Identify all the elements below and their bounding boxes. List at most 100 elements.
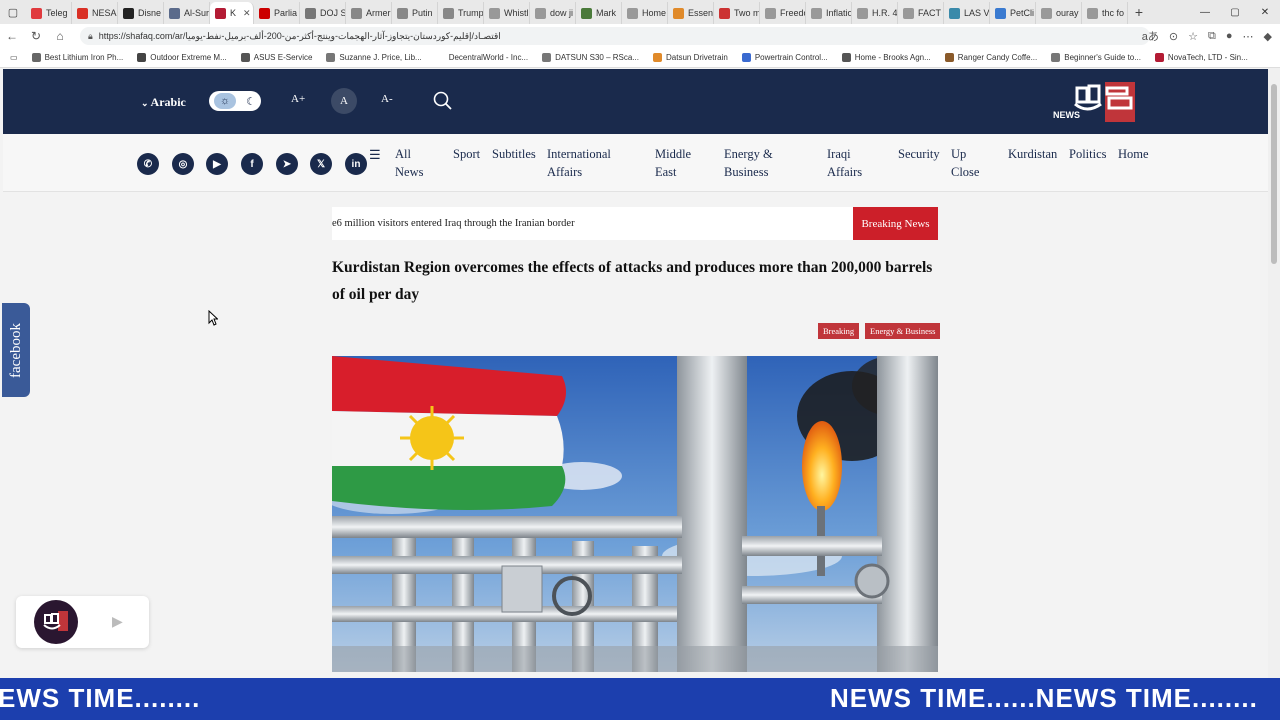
tab-label: H.R. 4 — [872, 8, 898, 18]
url-field[interactable]: 🔒︎ https://shafaq.com/ar/اقتصـاد/إقليم-ك… — [80, 27, 1150, 45]
bookmark-favicon-icon — [841, 53, 851, 62]
tab-favicon-icon — [1041, 7, 1052, 19]
bookmark-item[interactable]: Beginner's Guide to... — [1051, 53, 1141, 62]
browser-tab[interactable]: Inflatio — [806, 2, 852, 24]
font-increase-button[interactable]: A+ — [291, 93, 305, 105]
bookmark-favicon-icon — [435, 53, 445, 62]
instagram-icon[interactable]: ◎ — [172, 153, 194, 175]
scrollbar-thumb[interactable] — [1271, 84, 1277, 264]
nav-link-politics[interactable]: Politics — [1069, 145, 1114, 163]
search-icon[interactable] — [433, 91, 453, 116]
browser-tab[interactable]: Parlia — [254, 2, 300, 24]
language-selector[interactable]: ⌄ Arabic — [141, 95, 186, 110]
browser-tab[interactable]: Al-Sur — [164, 2, 210, 24]
nav-link-iraqi-affairs[interactable]: Iraqi Affairs — [827, 145, 877, 181]
play-icon[interactable]: ▶ — [112, 613, 123, 630]
address-bar-actions: aあ ⊙ ☆ ⧉ ● ⋯ ◆ — [1142, 24, 1272, 48]
browser-tab[interactable]: PetCli — [990, 2, 1036, 24]
browser-tab[interactable]: H.R. 4 — [852, 2, 898, 24]
menu-icon[interactable]: ☰ — [369, 147, 381, 163]
browser-tab[interactable]: Putin — [392, 2, 438, 24]
bookmark-item[interactable]: Home - Brooks Agn... — [841, 53, 931, 62]
youtube-icon[interactable]: ▶ — [206, 153, 228, 175]
facebook-icon[interactable]: f — [241, 153, 263, 175]
browser-tab[interactable]: dow ji — [530, 2, 576, 24]
copilot-icon[interactable]: ◆ — [1264, 30, 1272, 43]
new-tab-button[interactable]: + — [1128, 4, 1150, 20]
browser-tab[interactable]: LAS V — [944, 2, 990, 24]
tag-breaking[interactable]: Breaking — [818, 323, 860, 339]
browser-tab[interactable]: ouray — [1036, 2, 1082, 24]
nav-link-security[interactable]: Security — [898, 145, 946, 163]
bookmark-item[interactable]: Powertrain Control... — [741, 53, 828, 62]
close-window-icon[interactable]: ✕ — [1250, 0, 1280, 24]
bookmark-item[interactable]: Datsun Drivetrain — [653, 53, 728, 62]
nav-link-energy-business[interactable]: Energy & Business — [724, 145, 809, 181]
tab-label: Disne — [138, 8, 162, 18]
maximize-icon[interactable]: ▢ — [1220, 0, 1250, 24]
nav-link-sport[interactable]: Sport — [453, 145, 493, 163]
browser-tab[interactable]: Essent — [668, 2, 714, 24]
theme-toggle[interactable]: ☼ ☾ — [209, 91, 261, 111]
tab-favicon-icon — [673, 7, 684, 19]
browser-tab[interactable]: Whistl — [484, 2, 530, 24]
read-aloud-icon[interactable]: aあ — [1142, 28, 1159, 44]
tab-favicon-icon — [811, 7, 822, 19]
minimize-icon[interactable]: — — [1190, 0, 1220, 24]
browser-tab[interactable]: K ✕ — [210, 2, 254, 24]
tab-favicon-icon — [535, 7, 546, 19]
browser-tab[interactable]: Home — [622, 2, 668, 24]
browser-tab[interactable]: Freedo — [760, 2, 806, 24]
browser-tab[interactable]: thc fo — [1082, 2, 1128, 24]
nav-link-kurdistan[interactable]: Kurdistan — [1008, 145, 1063, 163]
news-time-banner: EWS TIME........ NEWS TIME......NEWS TIM… — [0, 678, 1280, 720]
browser-tab[interactable]: Armer — [346, 2, 392, 24]
browser-tab[interactable]: Teleg — [26, 2, 72, 24]
browser-tab[interactable]: NESA — [72, 2, 118, 24]
bookmark-favicon-icon — [944, 53, 954, 62]
font-normal-button[interactable]: A — [331, 88, 357, 114]
home-icon[interactable]: ⌂ — [48, 24, 72, 48]
browser-tab[interactable]: Trump — [438, 2, 484, 24]
telegram-icon[interactable]: ➤ — [276, 153, 298, 175]
nav-link-middle-east[interactable]: Middle East — [655, 145, 710, 181]
whatsapp-icon[interactable]: ✆ — [137, 153, 159, 175]
ticker-text[interactable]: e6 million visitors entered Iraq through… — [332, 218, 575, 229]
nav-link-home[interactable]: Home — [1118, 145, 1158, 163]
refresh-icon[interactable]: ↻ — [24, 24, 48, 48]
nav-link-international-affairs[interactable]: International Affairs — [547, 145, 642, 181]
browser-tab[interactable]: Two m — [714, 2, 760, 24]
more-menu-icon[interactable]: ⋯ — [1243, 30, 1254, 43]
profile-icon[interactable]: ● — [1226, 30, 1233, 42]
bookmark-item[interactable]: DecentralWorld - Inc... — [435, 53, 528, 62]
breaking-news-button[interactable]: Breaking News — [853, 207, 938, 240]
bookmarks-sidebar-icon[interactable]: ▭ — [10, 53, 18, 62]
browser-tab[interactable]: FACT — [898, 2, 944, 24]
facebook-side-tab[interactable]: facebook — [2, 303, 30, 397]
browser-tab[interactable]: DOJ S — [300, 2, 346, 24]
site-logo[interactable]: NEWS — [1053, 80, 1135, 124]
bookmark-item[interactable]: Suzanne J. Price, Lib... — [326, 53, 422, 62]
bookmark-item[interactable]: Ranger Candy Coffe... — [944, 53, 1037, 62]
nav-link-all-news[interactable]: All News — [395, 145, 441, 181]
back-icon[interactable]: ← — [0, 24, 24, 48]
bookmark-item[interactable]: NovaTech, LTD - Sin... — [1154, 53, 1248, 62]
site-info-icon[interactable]: ⊙ — [1169, 30, 1178, 43]
bookmark-item[interactable]: Outdoor Extreme M... — [137, 53, 227, 62]
tab-actions-icon[interactable]: ▢ — [0, 0, 26, 24]
nav-link-subtitles[interactable]: Subtitles — [492, 145, 542, 163]
favorite-star-icon[interactable]: ☆ — [1188, 30, 1198, 43]
bookmark-item[interactable]: DATSUN S30 – RSca... — [542, 53, 639, 62]
tag-energy-business[interactable]: Energy & Business — [865, 323, 941, 339]
font-decrease-button[interactable]: A- — [381, 93, 393, 105]
x-icon[interactable]: 𝕏 — [310, 153, 332, 175]
bookmark-item[interactable]: Best Lithium Iron Ph... — [31, 53, 123, 62]
nav-link-up-close[interactable]: Up Close — [951, 145, 991, 181]
page-scrollbar[interactable] — [1268, 68, 1280, 678]
bookmark-item[interactable]: ASUS E-Service — [240, 53, 312, 62]
browser-tab[interactable]: Disne — [118, 2, 164, 24]
close-tab-icon[interactable]: ✕ — [243, 8, 251, 19]
browser-tab[interactable]: Mark — [576, 2, 622, 24]
linkedin-icon[interactable]: in — [345, 153, 367, 175]
collections-icon[interactable]: ⧉ — [1208, 30, 1216, 43]
